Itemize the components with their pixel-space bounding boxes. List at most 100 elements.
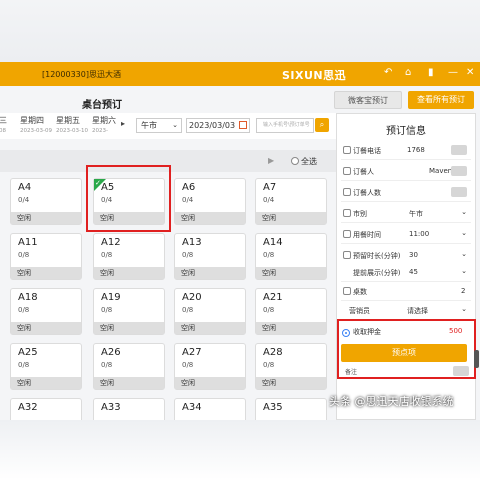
selected-table-highlight: [86, 165, 171, 232]
keep-duration-field[interactable]: 预留时长(分钟) 30 ⌄: [337, 247, 475, 265]
table-status: 空闲: [175, 267, 245, 279]
divider: [341, 159, 471, 160]
chevron-down-icon: ⌄: [461, 305, 467, 313]
meal-select[interactable]: 午市 ⌄: [136, 118, 182, 133]
table-card[interactable]: A11 0/8 空闲: [10, 233, 82, 280]
watermark: 头条 @思迅天店收银系统: [329, 395, 454, 408]
table-number: A28: [263, 347, 283, 358]
table-seats: 0/4: [18, 196, 30, 204]
minimize-icon[interactable]: —: [448, 67, 458, 78]
table-number: A21: [263, 292, 283, 303]
table-card[interactable]: A4 0/4 空闲: [10, 178, 82, 225]
day-name: 三: [0, 116, 7, 125]
select-all-toggle[interactable]: 全选: [291, 156, 317, 167]
sales-label: 营销员: [349, 307, 370, 315]
table-card[interactable]: A13 0/8 空闲: [174, 233, 246, 280]
keyboard-icon[interactable]: [453, 366, 469, 376]
table-status: 空闲: [256, 377, 326, 389]
deposit-amount-input[interactable]: 500: [449, 327, 462, 335]
search-button[interactable]: ⌕: [315, 118, 329, 132]
people-icon: [343, 188, 351, 196]
table-number: A35: [263, 402, 283, 413]
table-card[interactable]: A27 0/8 空闲: [174, 343, 246, 390]
scrollbar[interactable]: [474, 350, 479, 368]
date-tab-0[interactable]: 三 08: [0, 115, 7, 134]
day-date: 2023-: [92, 128, 108, 134]
remind-label: 提前展示(分钟): [353, 269, 401, 277]
table-card[interactable]: A28 0/8 空闲: [255, 343, 327, 390]
person-field[interactable]: 订餐人 Maven: [337, 163, 475, 181]
deposit-label: 收取押金: [353, 328, 381, 336]
meal-value: 午市: [409, 210, 423, 218]
remark-label: 备注: [345, 369, 358, 376]
table-seats: 0/8: [182, 361, 194, 369]
divider: [341, 300, 471, 301]
remind-field[interactable]: 提前展示(分钟) 45 ⌄: [337, 264, 475, 282]
phone-label: 订餐电话: [353, 147, 381, 155]
divider: [341, 281, 471, 282]
table-card[interactable]: A25 0/8 空闲: [10, 343, 82, 390]
all-bookings-tab[interactable]: 查看所有预订: [408, 91, 474, 109]
table-number: A20: [182, 292, 202, 303]
back-icon[interactable]: ↶: [384, 67, 392, 78]
keyboard-icon[interactable]: [451, 166, 467, 176]
date-value: 2023/03/03: [189, 121, 236, 130]
sales-field[interactable]: 营销员 请选择 ⌄: [337, 302, 475, 320]
title-bar: [12000330]思迅大酒 SIXUN思迅 ↶ ⌂ ▮ — ✕: [0, 62, 480, 86]
meal-field[interactable]: 市别 午市 ⌄: [337, 205, 475, 223]
count-label: 订餐人数: [353, 189, 381, 197]
table-card[interactable]: A20 0/8 空闲: [174, 288, 246, 335]
search-input[interactable]: 输入手机号\预订单号: [256, 118, 314, 133]
phone-field[interactable]: 订餐电话 1768: [337, 142, 475, 160]
count-field[interactable]: 订餐人数 4: [337, 184, 475, 202]
table-card[interactable]: A12 0/8 空闲: [93, 233, 165, 280]
chevron-down-icon: ⌄: [461, 267, 467, 275]
play-icon[interactable]: ▶: [268, 156, 274, 165]
table-status: 空闲: [94, 377, 164, 389]
calendar-icon[interactable]: [239, 121, 247, 129]
table-number: A19: [101, 292, 121, 303]
table-icon: [343, 287, 351, 295]
chevron-down-icon: ⌄: [461, 229, 467, 237]
table-number: A7: [263, 182, 277, 193]
table-seats: 0/8: [18, 251, 30, 259]
next-date-arrow-icon[interactable]: ▸: [121, 119, 125, 128]
table-card[interactable]: A7 0/4 空闲: [255, 178, 327, 225]
table-number: A6: [182, 182, 196, 193]
time-field[interactable]: 用餐时间 11:00 ⌄: [337, 226, 475, 244]
date-tab-3[interactable]: 星期六 2023-: [92, 115, 116, 134]
table-seats: 0/8: [182, 251, 194, 259]
person-value: Maven: [429, 167, 453, 175]
timer-icon: [343, 251, 351, 259]
home-icon[interactable]: ⌂: [405, 67, 411, 78]
day-name: 星期六: [92, 116, 116, 125]
sales-value: 请选择: [407, 307, 428, 315]
table-card[interactable]: A19 0/8 空闲: [93, 288, 165, 335]
date-tab-1[interactable]: 星期四 2023-03-09: [20, 115, 52, 134]
keep-label: 预留时长(分钟): [353, 252, 401, 260]
keyboard-icon[interactable]: [451, 145, 467, 155]
table-seats: 0/8: [101, 306, 113, 314]
tables-field[interactable]: 桌数 2: [337, 283, 475, 301]
table-card[interactable]: A26 0/8 空闲: [93, 343, 165, 390]
table-number: A33: [101, 402, 121, 413]
table-number: A12: [101, 237, 121, 248]
table-status: 空闲: [256, 267, 326, 279]
prepay-items-button[interactable]: 预点项: [341, 344, 467, 362]
deposit-radio[interactable]: [342, 329, 350, 337]
table-seats: 0/8: [182, 306, 194, 314]
keyboard-icon[interactable]: [451, 187, 467, 197]
table-card[interactable]: A21 0/8 空闲: [255, 288, 327, 335]
table-card[interactable]: A18 0/8 空闲: [10, 288, 82, 335]
date-tab-2[interactable]: 星期五 2023-03-10: [56, 115, 88, 134]
divider: [341, 180, 471, 181]
meal-select-value: 午市: [141, 121, 157, 130]
table-card[interactable]: A14 0/8 空闲: [255, 233, 327, 280]
close-icon[interactable]: ✕: [466, 67, 474, 78]
table-card[interactable]: A6 0/4 空闲: [174, 178, 246, 225]
phone-icon: [343, 146, 351, 154]
shop-name: [12000330]思迅大酒: [42, 70, 121, 79]
chevron-down-icon: ⌄: [461, 250, 467, 258]
radio-icon: [291, 157, 299, 165]
wechat-booking-tab[interactable]: 微客宝预订: [334, 91, 402, 109]
